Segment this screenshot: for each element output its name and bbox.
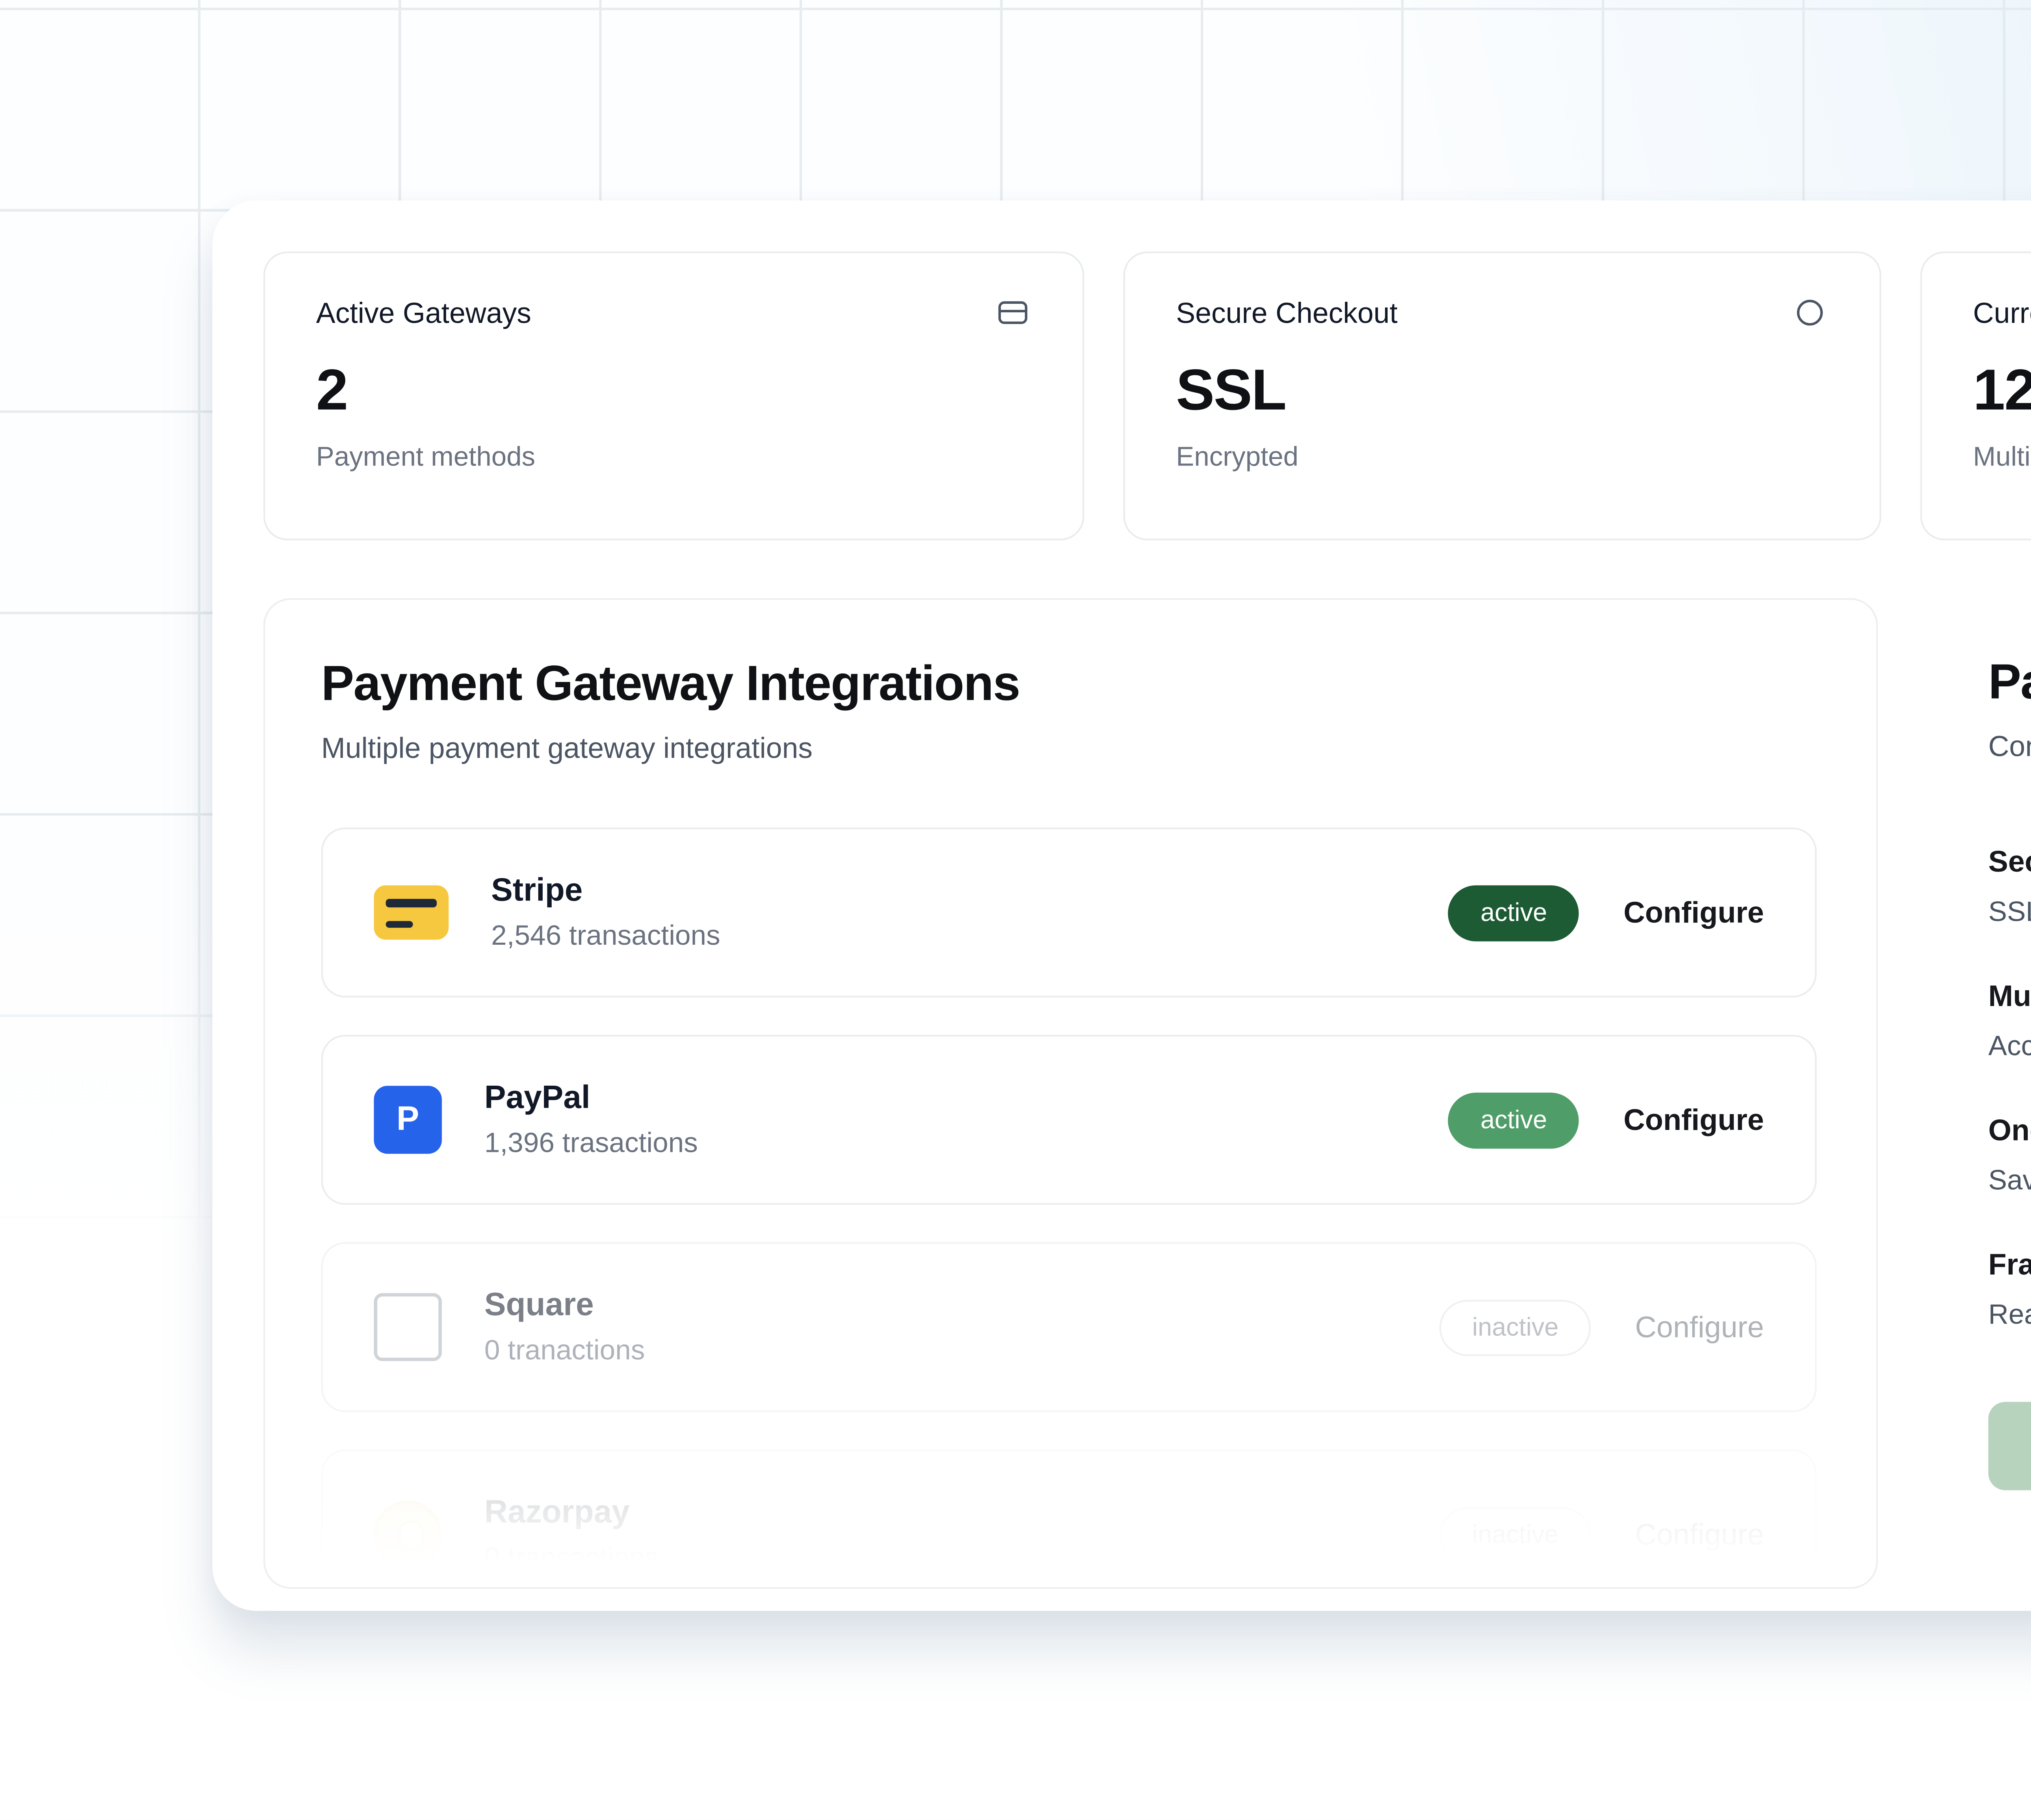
gateway-transactions: 2,546 transactions: [491, 920, 720, 952]
setting-item-multi-currency: Multi-Currency Support Accept payments g…: [1988, 970, 2031, 1072]
main-content-card: Active Gateways 2 Payment methods Secure…: [212, 201, 2031, 1611]
settings-title: Payment Settings: [1988, 656, 2031, 712]
gateway-name: PayPal: [484, 1080, 698, 1117]
stat-value: 2: [316, 359, 1031, 425]
stat-value: 12: [1973, 359, 2031, 425]
gateway-name: Square: [484, 1287, 645, 1324]
status-badge: inactive: [1440, 1506, 1591, 1562]
square-icon: [374, 1293, 442, 1361]
setting-title: Fraud Detection: [1988, 1239, 2031, 1290]
stat-subtitle: Payment methods: [316, 444, 1031, 474]
stat-card-currencies: Currencies $ 12 Multi-currency: [1921, 251, 2031, 540]
gateway-row-square: Square 0 tranactions inactive Configure: [321, 1242, 1817, 1412]
gateway-row-razorpay: Razorpay 0 transactions inactive Configu…: [321, 1450, 1817, 1589]
setting-item-secure-checkout: Secure Checkout Process SSL encryptian e…: [1988, 836, 2031, 938]
payments-dashboard: Active Gateways 2 Payment methods Secure…: [0, 0, 2031, 1820]
setting-title: One-Click Payment: [1988, 1104, 2031, 1156]
status-badge: active: [1448, 885, 1579, 941]
circle-icon: [1791, 294, 1829, 331]
stripe-icon: [374, 885, 448, 940]
paypal-icon: P: [374, 1086, 442, 1153]
setting-subtitle: Accept payments globally: [1988, 1021, 2031, 1072]
setting-item-one-click: One-Click Payment Saved payment methods: [1988, 1104, 2031, 1206]
setting-item-fraud-detection: Fraud Detection Real-time monitoring: [1988, 1239, 2031, 1341]
configure-button[interactable]: Configure: [1635, 1309, 1764, 1345]
setting-subtitle: Saved payment methods: [1988, 1156, 2031, 1207]
stat-title: Currencies: [1973, 297, 2031, 331]
gateway-transactions: 1,396 trasactions: [484, 1127, 698, 1160]
setting-title: Multi-Currency Support: [1988, 970, 2031, 1021]
save-button[interactable]: Save: [1988, 1402, 2031, 1491]
gateway-name: Stripe: [491, 872, 720, 910]
integrations-subtitle: Multiple payment gateway integrations: [321, 732, 1820, 766]
gateway-row-paypal: P PayPal 1,396 trasactions active Config…: [321, 1035, 1817, 1205]
setting-title: Secure Checkout Process: [1988, 836, 2031, 887]
integrations-title: Payment Gateway Integrations: [321, 658, 1820, 714]
settings-subtitle: Configure payment options and security: [1988, 731, 2031, 765]
stat-subtitle: Multi-currency: [1973, 444, 2031, 474]
status-badge: active: [1448, 1092, 1579, 1148]
gateway-transactions: 0 tranactions: [484, 1335, 645, 1367]
payment-settings-panel: Payment Settings Configure payment optio…: [1932, 598, 2031, 1538]
stat-title: Active Gateways: [316, 297, 531, 331]
stat-title: Secure Checkout: [1176, 297, 1398, 331]
configure-button[interactable]: Configure: [1635, 1517, 1764, 1552]
gateway-name: Razorpay: [484, 1495, 659, 1532]
stat-card-active-gateways: Active Gateways 2 Payment methods: [263, 251, 1084, 540]
stat-subtitle: Encrypted: [1176, 444, 1829, 474]
gateway-row-stripe: Stripe 2,546 transactions active Configu…: [321, 827, 1817, 997]
setting-subtitle: SSL encryptian enabled: [1988, 887, 2031, 938]
configure-button[interactable]: Configure: [1624, 895, 1764, 931]
configure-button[interactable]: Configure: [1624, 1102, 1764, 1138]
stat-card-secure-checkout: Secure Checkout SSL Encrypted: [1123, 251, 1881, 540]
gateway-transactions: 0 transactions: [484, 1542, 659, 1574]
status-badge: inactive: [1440, 1299, 1591, 1355]
razorpay-icon: [374, 1500, 442, 1568]
stat-value: SSL: [1176, 359, 1829, 425]
credit-card-icon: [994, 294, 1031, 331]
settings-list: Secure Checkout Process SSL encryptian e…: [1932, 836, 2031, 1341]
payment-gateway-integrations-panel: Payment Gateway Integrations Multiple pa…: [263, 598, 1878, 1589]
setting-subtitle: Real-time monitoring: [1988, 1290, 2031, 1341]
